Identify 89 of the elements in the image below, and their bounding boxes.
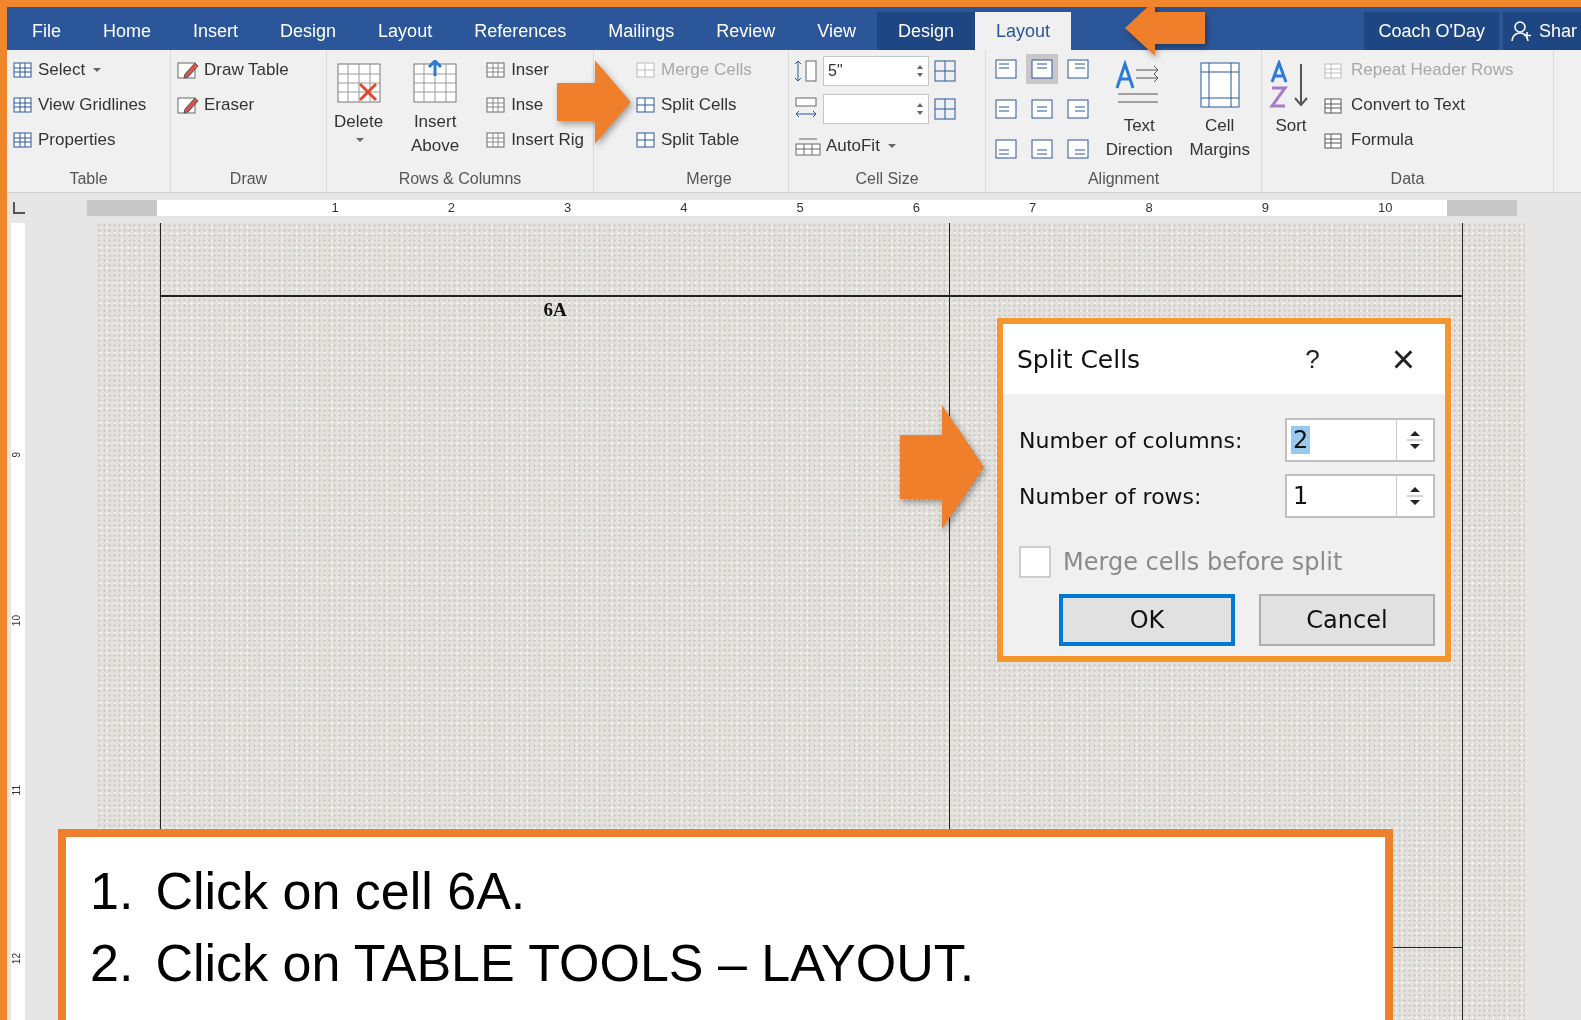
ribbon-button[interactable]: Insert Rig: [484, 124, 586, 155]
group-label: Cell Size: [854, 170, 920, 189]
dialog-button[interactable]: Cancel: [1259, 594, 1435, 646]
share-button[interactable]: Shar: [1502, 12, 1581, 50]
ribbon-button[interactable]: Inser: [484, 54, 551, 85]
group-label: Table: [68, 170, 109, 189]
ruler-number: 6: [912, 200, 921, 216]
group-label: Draw: [228, 170, 269, 189]
help-button[interactable]: ?: [1299, 342, 1326, 376]
ribbon-button[interactable]: Convert to Text: [1322, 89, 1468, 120]
person-icon: [1510, 20, 1533, 42]
ribbon-button[interactable]: Select: [11, 54, 104, 85]
cell-label: 6A: [543, 298, 567, 321]
group-label: Rows & Columns: [397, 170, 523, 189]
ribbon-button[interactable]: Split Cells: [634, 89, 739, 120]
table-grid-icon: [412, 60, 459, 106]
table-grid-icon: [636, 95, 656, 114]
sort-button[interactable]: Sort: [1266, 54, 1316, 170]
ribbon-button[interactable]: Delete: [331, 54, 387, 170]
ribbon-tab[interactable]: References: [453, 12, 588, 50]
ribbon-button[interactable]: Properties: [11, 124, 118, 155]
row-height-icon: [793, 58, 819, 84]
instruction-text: Click on TABLE TOOLS – LAYOUT.: [155, 933, 975, 994]
ruler-number: 8: [1145, 200, 1153, 216]
ribbon-button[interactable]: Inse: [484, 89, 546, 120]
ribbon-tab[interactable]: File: [11, 12, 82, 50]
table-grid-icon: [13, 95, 33, 114]
step-number: 1.: [90, 861, 134, 922]
ribbon-button[interactable]: Insert Above: [392, 54, 479, 170]
ruler-number: 2: [447, 200, 455, 216]
ribbon-button[interactable]: Cell Margins: [1182, 54, 1257, 170]
group-label: Merge: [685, 170, 733, 189]
ribbon-tab[interactable]: Layout: [357, 12, 454, 50]
ruler-number: 9: [11, 451, 23, 458]
table-grid-icon: [486, 130, 507, 149]
ribbon-button[interactable]: Eraser: [175, 89, 257, 120]
ruler-number: 11: [11, 784, 23, 795]
width-field[interactable]: [823, 94, 929, 124]
ribbon-button[interactable]: View Gridlines: [11, 89, 149, 120]
ruler-number: 1: [331, 200, 339, 216]
ribbon-button[interactable]: Text Direction: [1102, 54, 1177, 170]
number-field[interactable]: 1: [1285, 474, 1435, 518]
ribbon-tab[interactable]: Mailings: [587, 12, 696, 50]
tab-selector-icon[interactable]: [13, 202, 25, 214]
field-label: Number of rows:: [1019, 483, 1202, 509]
table-grid-icon: [795, 135, 821, 156]
ribbon-button[interactable]: Split Table: [634, 124, 742, 155]
ruler-number: 7: [1029, 200, 1037, 216]
dialog-button[interactable]: OK: [1059, 594, 1235, 646]
number-field[interactable]: 2: [1285, 418, 1435, 462]
ruler-number: 12: [11, 952, 23, 964]
ruler-number: 3: [564, 200, 572, 216]
ruler-number: 9: [1261, 200, 1269, 216]
ribbon-tab[interactable]: Design: [259, 12, 358, 50]
table-grid-icon: [13, 130, 33, 149]
ribbon-tab[interactable]: View: [796, 12, 877, 50]
field-label: Number of columns:: [1019, 427, 1243, 453]
pencil-table-icon: [177, 59, 199, 80]
step-number: 2.: [90, 933, 134, 994]
align-button[interactable]: [1026, 54, 1058, 84]
table-grid-icon: [636, 60, 656, 79]
caret-icon: [887, 143, 896, 148]
distribute-rows-icon[interactable]: [933, 59, 959, 83]
group-label: Data: [1389, 170, 1426, 189]
ribbon-button[interactable]: Formula: [1322, 124, 1416, 155]
height-field[interactable]: 5": [823, 56, 929, 86]
table-grid-icon: [13, 60, 33, 79]
distribute-columns-icon[interactable]: [933, 97, 959, 121]
ribbon-tab[interactable]: Review: [695, 12, 797, 50]
table-grid-icon: [335, 60, 382, 106]
ruler-number: 10: [1377, 200, 1393, 216]
close-button[interactable]: ×: [1385, 335, 1421, 383]
dialog-title: Split Cells: [1017, 344, 1142, 374]
table-grid-icon: [486, 60, 507, 79]
ribbon-tab[interactable]: Layout: [975, 12, 1072, 50]
ribbon-button[interactable]: Draw Table: [175, 54, 291, 85]
ribbon-tab[interactable]: Home: [82, 12, 173, 50]
table-grid-icon: [486, 95, 507, 114]
ruler-number: 10: [11, 615, 23, 627]
group-label: Alignment: [1086, 170, 1161, 189]
ruler-number: 4: [680, 200, 688, 216]
ruler-number: 5: [796, 200, 804, 216]
table-grid-icon: [636, 130, 656, 149]
account-name[interactable]: Coach O'Day: [1364, 12, 1499, 50]
ribbon-tab[interactable]: Design: [876, 12, 975, 50]
autofit-button[interactable]: AutoFit: [793, 130, 898, 161]
pencil-table-icon: [177, 94, 199, 115]
instruction-text: Click on cell 6A.: [155, 861, 526, 922]
ribbon-tab[interactable]: Insert: [172, 12, 260, 50]
